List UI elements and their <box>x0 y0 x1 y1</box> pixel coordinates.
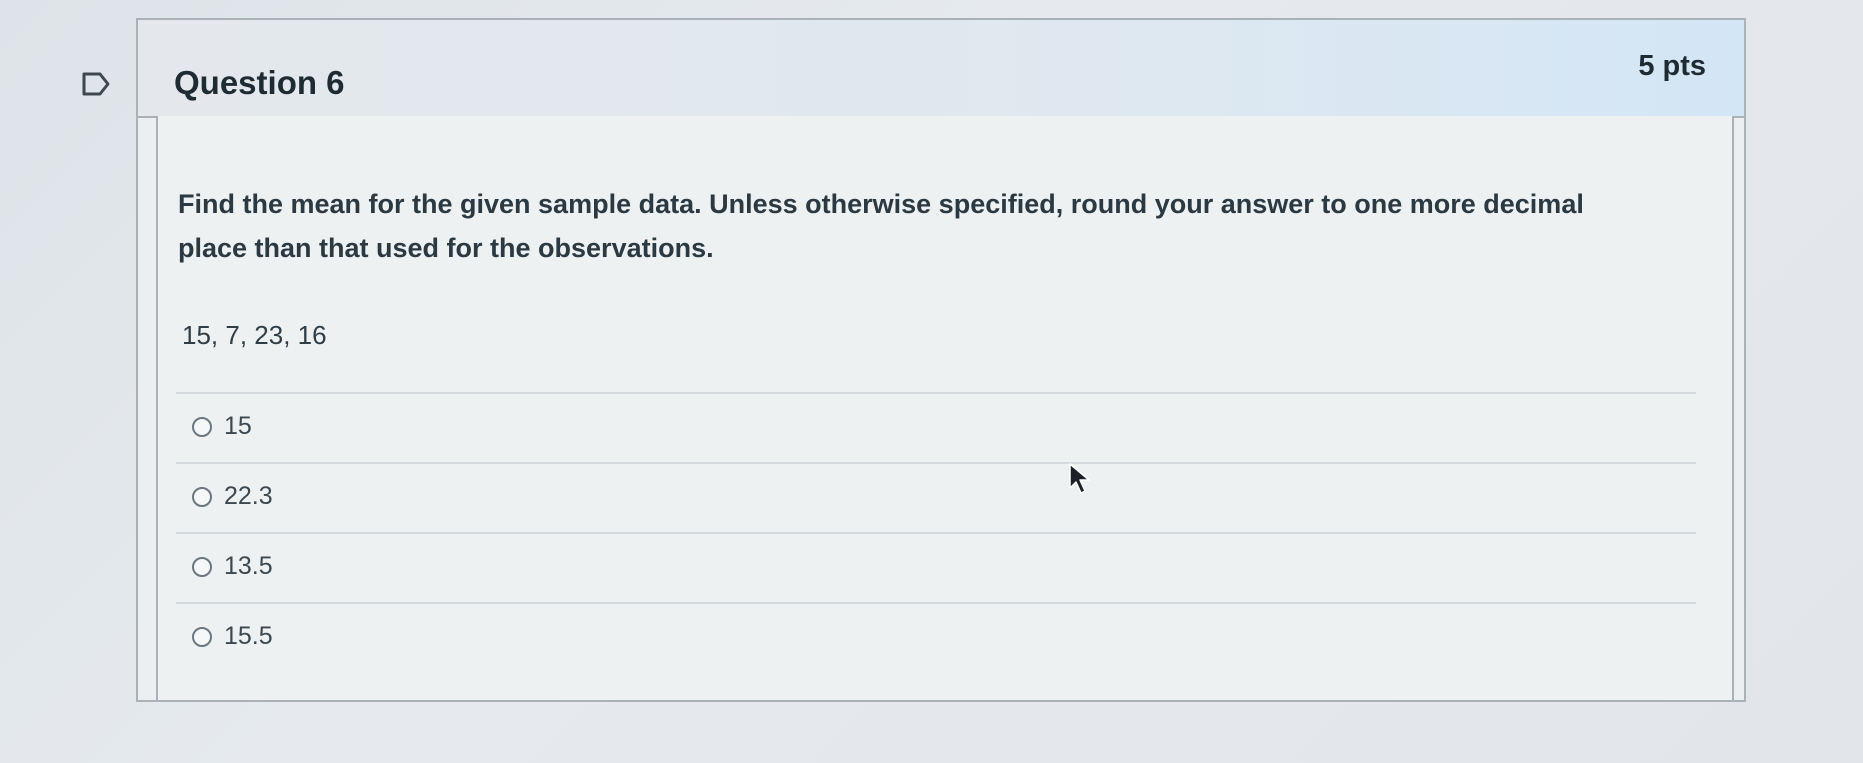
answer-option[interactable]: 15.5 <box>176 602 1696 672</box>
answer-label[interactable]: 22.3 <box>224 482 273 511</box>
question-header: Question 6 5 pts <box>138 20 1744 118</box>
radio-button-icon[interactable] <box>192 557 212 577</box>
mouse-pointer-icon <box>1068 462 1094 496</box>
answer-option[interactable]: 15 <box>176 392 1696 462</box>
question-body: Find the mean for the given sample data.… <box>156 116 1734 700</box>
flag-question-icon[interactable] <box>82 70 110 98</box>
answer-label[interactable]: 15 <box>224 412 252 441</box>
answer-label[interactable]: 15.5 <box>224 622 273 651</box>
radio-button-icon[interactable] <box>192 627 212 647</box>
radio-button-icon[interactable] <box>192 487 212 507</box>
question-card: Question 6 5 pts Find the mean for the g… <box>136 18 1746 702</box>
answer-option[interactable]: 22.3 <box>176 462 1696 532</box>
answer-option[interactable]: 13.5 <box>176 532 1696 602</box>
question-title: Question 6 <box>174 64 345 101</box>
question-points: 5 pts <box>1638 50 1706 82</box>
answer-label[interactable]: 13.5 <box>224 552 273 581</box>
radio-button-icon[interactable] <box>192 417 212 437</box>
answer-list: 15 22.3 13.5 15.5 <box>176 392 1696 672</box>
sample-data: 15, 7, 23, 16 <box>182 320 327 350</box>
question-prompt: Find the mean for the given sample data.… <box>178 189 1584 263</box>
